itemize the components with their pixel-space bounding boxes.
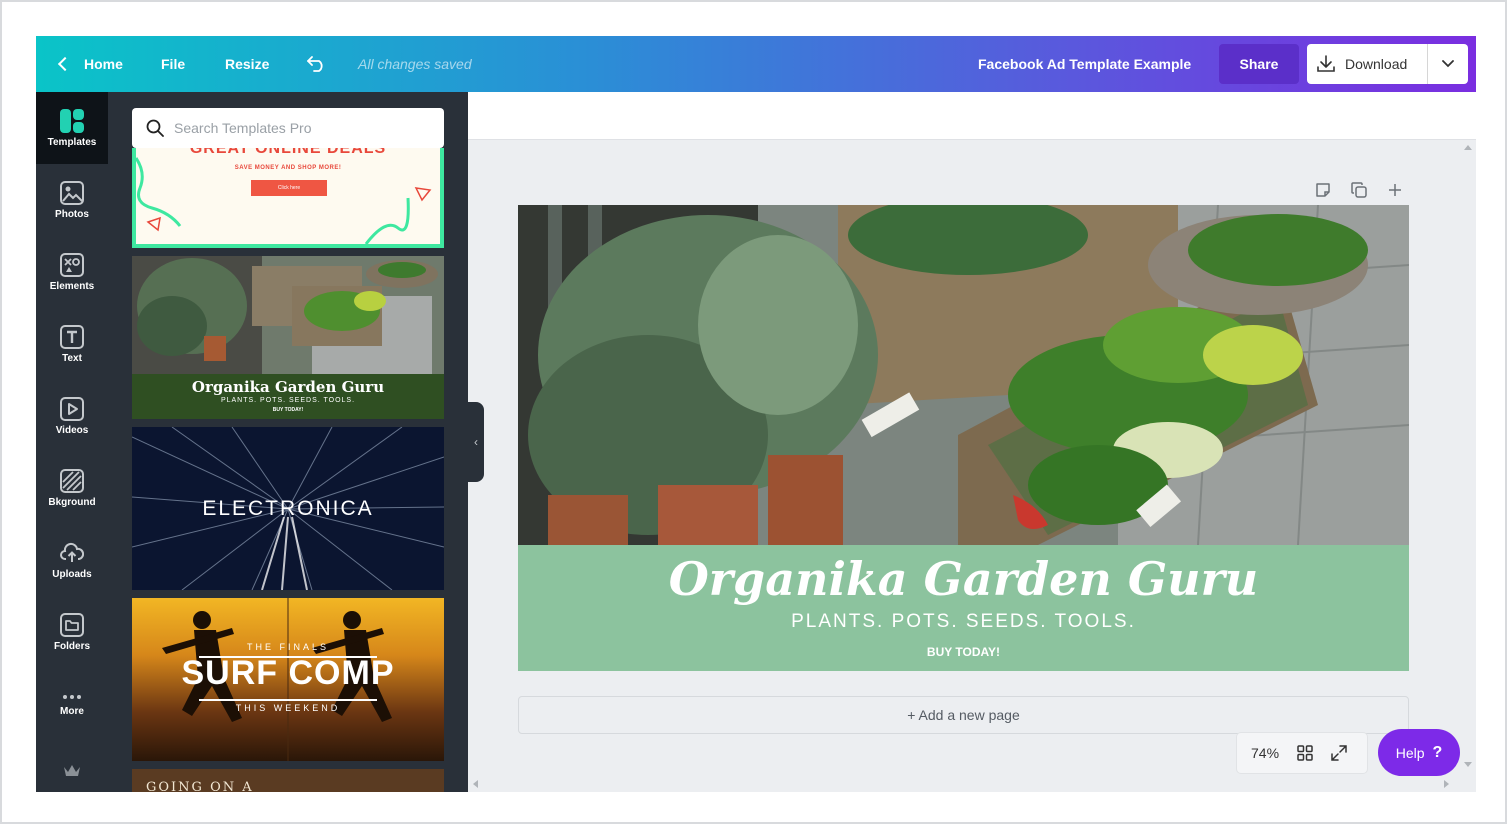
rail-label: Photos: [55, 208, 89, 220]
template-kicker: THE FINALS: [246, 642, 329, 652]
rail-photos[interactable]: Photos: [36, 164, 108, 236]
rail-videos[interactable]: Videos: [36, 380, 108, 452]
help-label: Help: [1395, 744, 1425, 761]
design-subtitle[interactable]: PLANTS. POTS. SEEDS. TOOLS.: [518, 611, 1409, 633]
chevron-down-icon: [1442, 60, 1454, 68]
rail-templates[interactable]: Templates: [36, 92, 108, 164]
template-title: ELECTRONICA: [202, 497, 374, 520]
plus-icon: [1389, 184, 1401, 196]
template-card-going[interactable]: GOING ON A: [132, 769, 444, 792]
rail-background[interactable]: Bkground: [36, 452, 108, 524]
rail-label: Text: [62, 352, 82, 364]
elements-icon: [60, 252, 84, 277]
rail-label: Folders: [53, 640, 91, 652]
duplicate-icon: [1351, 182, 1367, 198]
add-new-page-button[interactable]: + Add a new page: [518, 696, 1409, 734]
design-canvas[interactable]: Organika Garden Guru PLANTS. POTS. SEEDS…: [518, 205, 1409, 671]
rail-label: More: [60, 705, 84, 717]
rail-label: Elements: [49, 280, 95, 292]
rail-label: Templates: [47, 136, 97, 148]
resize-button[interactable]: Resize: [225, 36, 269, 92]
download-button[interactable]: Download: [1307, 44, 1428, 84]
note-icon: [1316, 183, 1330, 197]
help-button[interactable]: Help ?: [1378, 729, 1460, 776]
page-notes-button[interactable]: [1311, 178, 1335, 202]
template-search-input[interactable]: Search Templates Pro: [132, 108, 444, 148]
vertical-scrollbar[interactable]: [1460, 140, 1476, 776]
garden-hero-photo: [518, 205, 1409, 545]
chevron-left-icon: [57, 56, 73, 72]
add-page-button[interactable]: [1383, 178, 1407, 202]
rail-text[interactable]: Text: [36, 308, 108, 380]
template-band: Organika Garden Guru PLANTS. POTS. SEEDS…: [132, 374, 444, 419]
template-card-deals[interactable]: GREAT ONLINE DEALS SAVE MONEY AND SHOP M…: [132, 148, 444, 248]
home-button[interactable]: Home: [56, 36, 123, 92]
templates-panel: GREAT ONLINE DEALS SAVE MONEY AND SHOP M…: [108, 92, 468, 792]
rail-label: Uploads: [52, 568, 92, 580]
file-menu-button[interactable]: File: [161, 36, 185, 92]
canva-editor: Home File Resize All changes saved Faceb…: [36, 36, 1476, 792]
document-title[interactable]: Facebook Ad Template Example: [978, 36, 1191, 92]
zoom-controls: 74%: [1237, 733, 1367, 773]
side-rail: Templates Photos Elements Text Videos Bk…: [36, 92, 108, 792]
rail-folders[interactable]: Folders: [36, 596, 108, 668]
design-cta[interactable]: BUY TODAY!: [518, 645, 1409, 659]
save-status: All changes saved: [358, 56, 472, 72]
template-card-garden[interactable]: Organika Garden Guru PLANTS. POTS. SEEDS…: [132, 256, 444, 419]
fullscreen-button[interactable]: [1331, 745, 1347, 761]
home-label: Home: [84, 56, 123, 72]
grid-view-button[interactable]: [1297, 745, 1313, 761]
template-card-surf[interactable]: THE FINALS SURF COMP THIS WEEKEND: [132, 598, 444, 761]
templates-icon: [60, 108, 84, 133]
rail-uploads[interactable]: Uploads: [36, 524, 108, 596]
chevron-left-icon: ‹: [474, 435, 478, 449]
rail-elements[interactable]: Elements: [36, 236, 108, 308]
undo-icon: [307, 56, 323, 72]
share-button[interactable]: Share: [1219, 44, 1299, 84]
download-icon: [1317, 55, 1335, 72]
template-title: SURF COMP: [181, 654, 395, 692]
undo-button[interactable]: [306, 36, 328, 92]
download-label: Download: [1345, 56, 1408, 72]
search-placeholder: Search Templates Pro: [174, 120, 312, 136]
search-icon: [146, 119, 164, 137]
template-subtitle: THIS WEEKEND: [235, 703, 341, 713]
question-icon: ?: [1432, 743, 1443, 761]
design-title[interactable]: Organika Garden Guru: [518, 549, 1409, 609]
more-icon: [63, 694, 81, 699]
uploads-icon: [60, 542, 84, 562]
squiggle-decoration: [136, 157, 432, 244]
zoom-level[interactable]: 74%: [1251, 745, 1279, 761]
duplicate-page-button[interactable]: [1347, 178, 1371, 202]
top-bar: Home File Resize All changes saved Faceb…: [36, 36, 1476, 92]
template-subtitle: PLANTS. POTS. SEEDS. TOOLS.: [220, 397, 356, 404]
videos-icon: [60, 396, 84, 421]
background-icon: [60, 468, 84, 493]
template-title: GOING ON A: [146, 780, 254, 792]
grid-icon: [1297, 745, 1313, 761]
template-title: Organika Garden Guru: [191, 378, 385, 396]
download-options-button[interactable]: [1428, 44, 1468, 84]
design-band: Organika Garden Guru PLANTS. POTS. SEEDS…: [518, 545, 1409, 671]
collapse-panel-button[interactable]: ‹: [468, 402, 484, 482]
crown-icon[interactable]: [63, 764, 81, 778]
garden-photo: [132, 256, 444, 374]
rail-label: Bkground: [48, 496, 96, 508]
screenshot-frame: Home File Resize All changes saved Faceb…: [0, 0, 1507, 824]
divider-line: [199, 699, 377, 701]
rail-more[interactable]: More: [36, 668, 108, 740]
download-button-group: Download: [1307, 44, 1468, 84]
editor-toolbar: [468, 92, 1476, 140]
horizontal-scrollbar[interactable]: [468, 776, 1460, 792]
text-icon: [60, 324, 84, 349]
template-card-electronica[interactable]: ELECTRONICA: [132, 427, 444, 590]
expand-icon: [1331, 745, 1347, 761]
template-cta: BUY TODAY!: [272, 407, 304, 413]
photos-icon: [60, 180, 84, 205]
folders-icon: [60, 612, 84, 637]
rail-label: Videos: [55, 424, 89, 436]
